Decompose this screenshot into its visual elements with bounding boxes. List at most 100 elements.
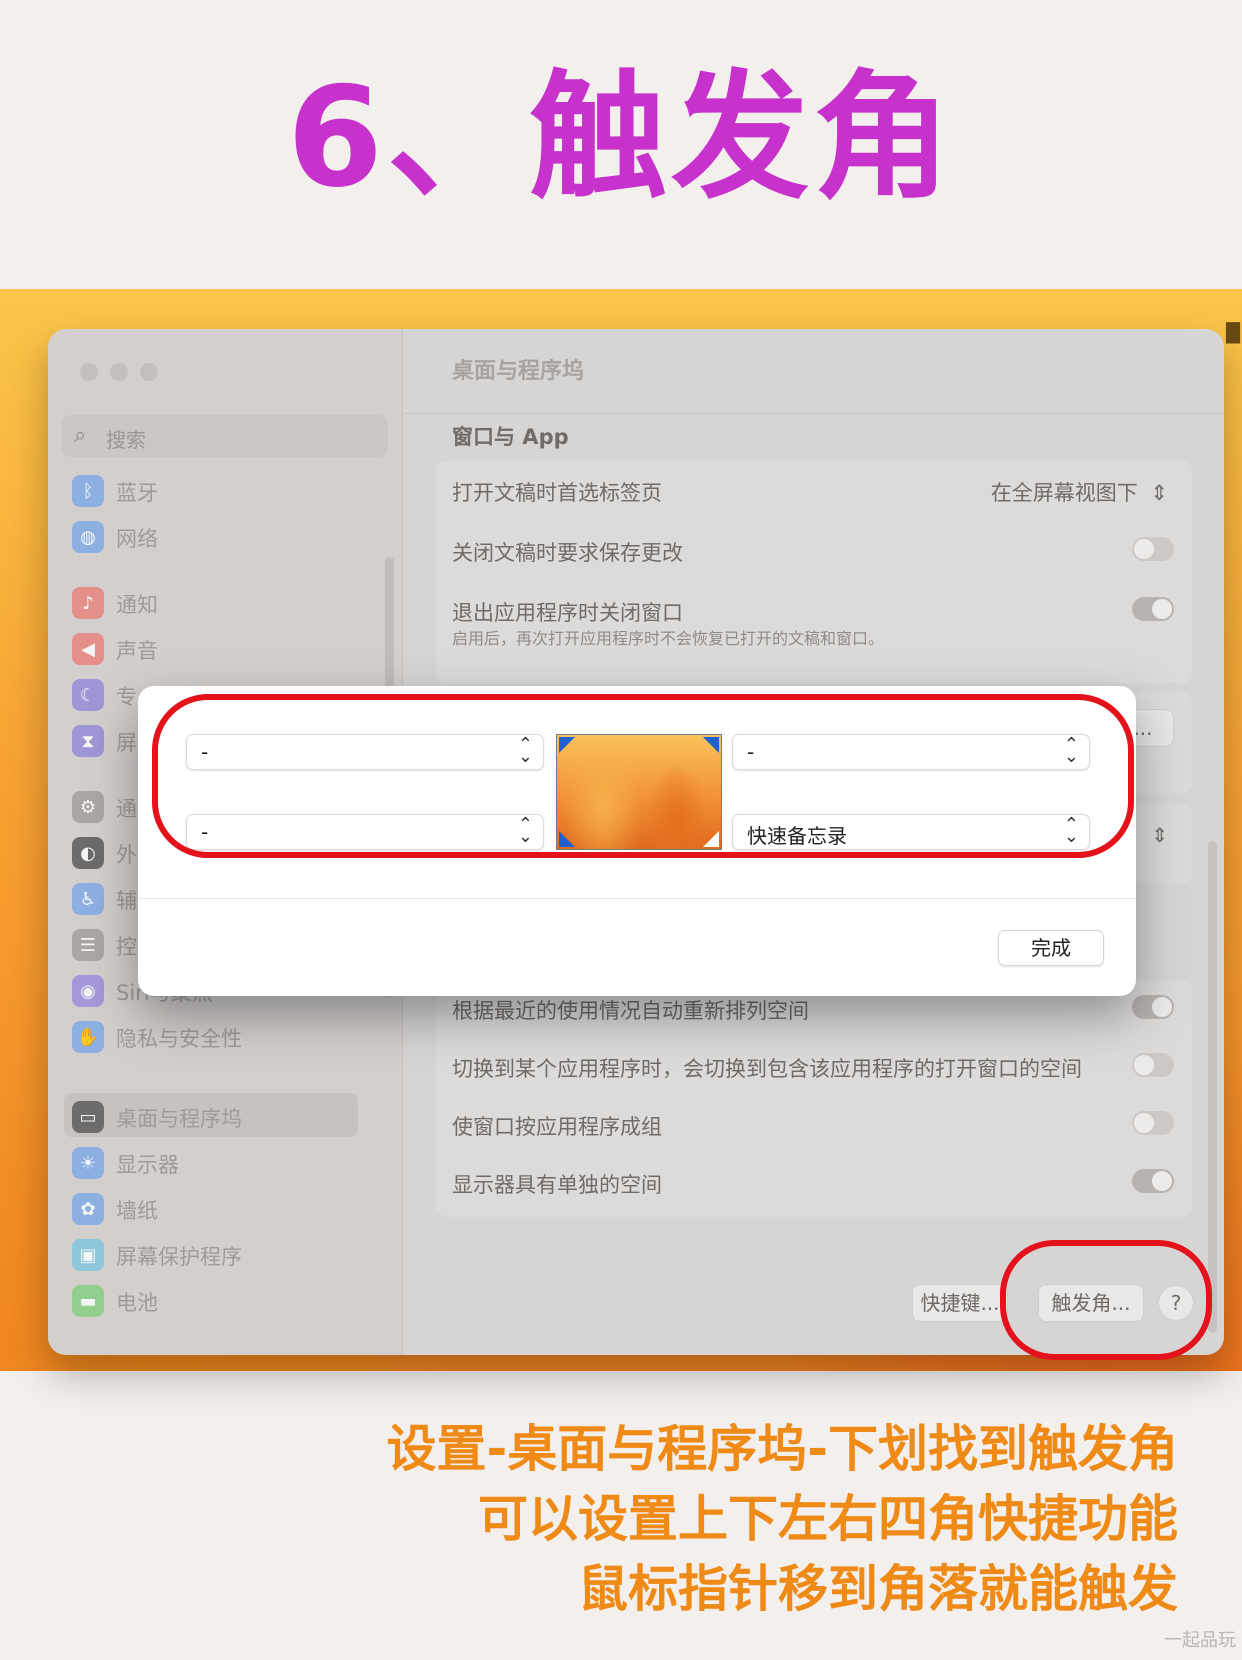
sidebar-item-label: 电池 — [116, 1291, 158, 1315]
setting-label: 显示器具有单独的空间 — [452, 1173, 662, 1197]
chevron-updown-icon: ⌃ ⌄ — [517, 734, 533, 767]
sidebar-item-label: 网络 — [116, 527, 158, 551]
sidebar-item[interactable]: ◀ 声音 — [72, 629, 392, 669]
corner-marker-top-left — [559, 737, 575, 753]
setting-label: 使窗口按应用程序成组 — [452, 1115, 662, 1139]
battery-icon: ▬ — [72, 1285, 104, 1317]
sidebar-item-label: 桌面与程序坞 — [116, 1107, 242, 1131]
mission-control-group: 根据最近的使用情况自动重新排列空间切换到某个应用程序时，会切换到包含该应用程序的… — [436, 981, 1192, 1217]
minimize-window-button[interactable] — [110, 363, 128, 381]
setting-label: 切换到某个应用程序时，会切换到包含该应用程序的打开窗口的空间 — [452, 1057, 1082, 1081]
watermark: 一起品玩 — [1164, 1630, 1236, 1651]
flower-icon: ✿ — [72, 1193, 104, 1225]
chevron-updown-icon: ⌃ ⌄ — [1063, 814, 1079, 847]
top-right-corner-value: - — [747, 740, 755, 764]
caption-line-3: 鼠标指针移到角落就能触发 — [578, 1560, 1178, 1618]
sidebar-item-label: 隐私与安全性 — [116, 1027, 242, 1051]
sidebar-item-label: 屏 — [116, 731, 137, 755]
setting-toggle[interactable] — [1132, 1111, 1174, 1135]
prefer-tabs-label: 打开文稿时首选标签页 — [452, 481, 662, 505]
dock-icon: ▭ — [72, 1101, 104, 1133]
top-right-corner-select[interactable]: - ⌃ ⌄ — [732, 734, 1090, 770]
sidebar-item-label: 屏幕保护程序 — [116, 1245, 242, 1269]
search-placeholder: 搜索 — [106, 428, 146, 452]
accessibility-icon: ♿ — [72, 883, 104, 915]
setting-label: 根据最近的使用情况自动重新排列空间 — [452, 999, 809, 1023]
siri-icon: ◉ — [72, 975, 104, 1007]
control-center-icon: ☰ — [72, 929, 104, 961]
bottom-right-corner-value: 快速备忘录 — [747, 824, 847, 848]
shortcuts-button[interactable]: 快捷键... — [912, 1284, 1008, 1322]
close-windows-toggle[interactable] — [1132, 597, 1174, 621]
sidebar-item-label: 通知 — [116, 593, 158, 617]
sidebar-item-label: 专 — [116, 685, 137, 709]
zoom-window-button[interactable] — [140, 363, 158, 381]
search-icon: ⌕ — [74, 423, 87, 448]
globe-icon: ◍ — [72, 521, 104, 553]
page-headline: 6、触发角 — [286, 57, 956, 218]
setting-toggle[interactable] — [1132, 995, 1174, 1019]
hand-icon: ✋ — [72, 1021, 104, 1053]
top-left-corner-select[interactable]: - ⌃ ⌄ — [186, 734, 544, 770]
search-input[interactable]: ⌕ 搜索 — [62, 415, 388, 457]
sidebar-item[interactable]: ᛒ 蓝牙 — [72, 471, 392, 511]
corner-marker-bottom-left — [559, 831, 575, 847]
window-title: 桌面与程序坞 — [452, 359, 585, 384]
sidebar-item-label: 蓝牙 — [116, 481, 158, 505]
bottom-left-corner-value: - — [201, 820, 209, 844]
close-window-button[interactable] — [80, 363, 98, 381]
chevron-updown-icon: ⇕ — [1150, 481, 1168, 505]
bell-icon: ♪ — [72, 587, 104, 619]
sidebar-item[interactable]: ▣ 屏幕保护程序 — [72, 1235, 392, 1275]
hot-corners-dialog: - ⌃ ⌄ - ⌃ ⌄ - ⌃ ⌄ 快速备忘录 ⌃ ⌄ 完成 — [138, 686, 1136, 996]
sidebar-item[interactable]: ✿ 墙纸 — [72, 1189, 392, 1229]
moon-icon: ☾ — [72, 679, 104, 711]
sidebar-item[interactable]: ▬ 电池 — [72, 1281, 392, 1321]
bluetooth-icon: ᛒ — [72, 475, 104, 507]
sidebar-item-label: 显示器 — [116, 1153, 179, 1177]
appearance-icon: ◐ — [72, 837, 104, 869]
hot-corners-button[interactable]: 触发角... — [1038, 1284, 1144, 1322]
sidebar-item-label: 辅 — [116, 889, 137, 913]
chevron-updown-icon: ⌃ ⌄ — [517, 814, 533, 847]
sidebar-item-label: 墙纸 — [116, 1199, 158, 1223]
sidebar-item[interactable]: ◍ 网络 — [72, 517, 392, 557]
sidebar-item[interactable]: ☀ 显示器 — [72, 1143, 392, 1183]
caption-line-1: 设置-桌面与程序坞-下划找到触发角 — [386, 1420, 1178, 1478]
help-button[interactable]: ? — [1158, 1285, 1194, 1321]
top-left-corner-value: - — [201, 740, 209, 764]
bottom-left-corner-select[interactable]: - ⌃ ⌄ — [186, 814, 544, 850]
setting-toggle[interactable] — [1132, 1053, 1174, 1077]
close-windows-label: 退出应用程序时关闭窗口 — [452, 601, 683, 625]
done-button[interactable]: 完成 — [998, 930, 1104, 966]
sidebar-item[interactable]: ▭ 桌面与程序坞 — [72, 1097, 392, 1137]
caption-line-2: 可以设置上下左右四角快捷功能 — [478, 1490, 1178, 1548]
sidebar-item[interactable]: ✋ 隐私与安全性 — [72, 1017, 392, 1057]
corner-marker-bottom-right — [703, 831, 719, 847]
sidebar-item-label: 外 — [116, 843, 137, 867]
chevron-updown-icon: ⌃ ⌄ — [1063, 734, 1079, 767]
sidebar-item-label: 通 — [116, 797, 137, 821]
prefer-tabs-value: 在全屏幕视图下 — [990, 481, 1138, 505]
sidebar-item-label: 声音 — [116, 639, 158, 663]
edge-fragment: █ — [1226, 323, 1240, 344]
bottom-right-corner-select[interactable]: 快速备忘录 ⌃ ⌄ — [732, 814, 1090, 850]
screensaver-icon: ▣ — [72, 1239, 104, 1271]
gear-icon: ⚙ — [72, 791, 104, 823]
close-windows-description: 启用后，再次打开应用程序时不会恢复已打开的文稿和窗口。 — [452, 629, 885, 648]
screen-preview-image — [556, 734, 722, 850]
hourglass-icon: ⧗ — [72, 725, 104, 757]
chevron-updown-icon: ⇕ — [1151, 823, 1168, 847]
setting-toggle[interactable] — [1132, 1169, 1174, 1193]
ask-keep-changes-toggle[interactable] — [1132, 537, 1174, 561]
section-title: 窗口与 App — [452, 425, 569, 449]
prefer-tabs-select[interactable]: 在全屏幕视图下 ⇕ — [991, 477, 1168, 507]
main-scrollbar[interactable] — [1208, 841, 1217, 1333]
dialog-divider — [138, 898, 1136, 899]
windows-apps-group: 打开文稿时首选标签页 在全屏幕视图下 ⇕ 关闭文稿时要求保存更改 退出应用程序时… — [436, 461, 1192, 683]
sidebar-item-label: 控 — [116, 935, 137, 959]
speaker-icon: ◀ — [72, 633, 104, 665]
title-divider — [402, 413, 1224, 414]
corner-marker-top-right — [703, 737, 719, 753]
sidebar-item[interactable]: ♪ 通知 — [72, 583, 392, 623]
